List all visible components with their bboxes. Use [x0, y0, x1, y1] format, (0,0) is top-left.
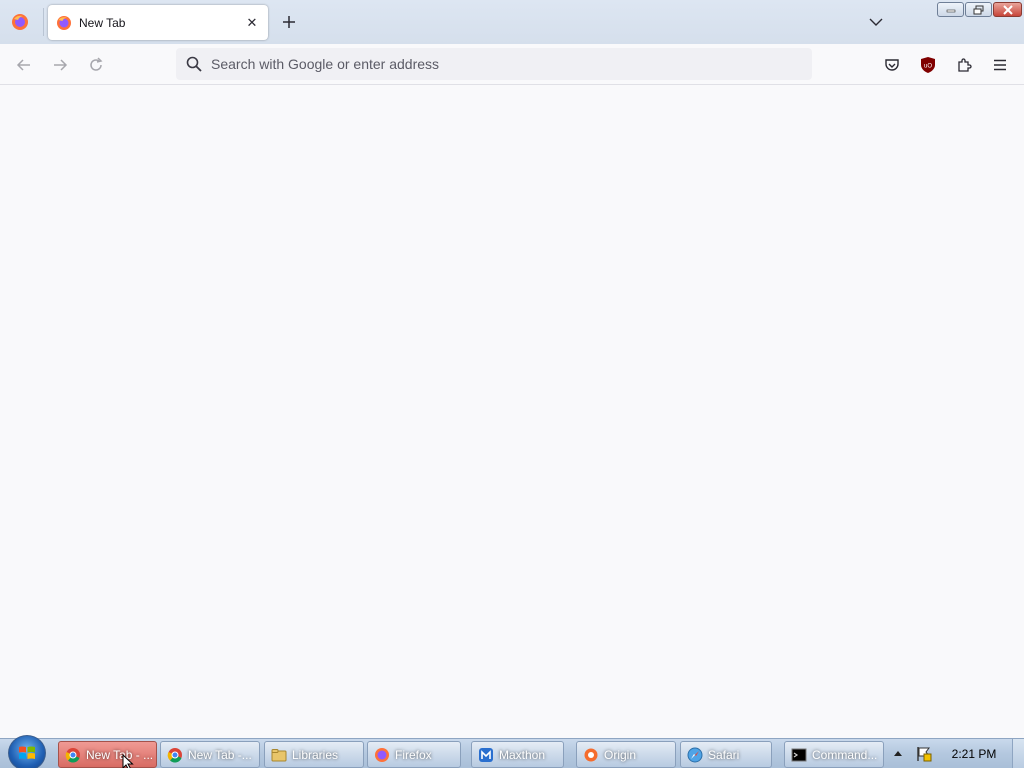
tab-title: New Tab	[79, 15, 126, 30]
url-input[interactable]	[211, 56, 771, 72]
cmd-icon	[791, 747, 807, 763]
restore-button[interactable]	[965, 2, 992, 17]
navigation-toolbar: uO	[0, 44, 1024, 85]
chevron-up-icon	[894, 751, 902, 756]
tab-strip: New Tab ✕	[0, 0, 1024, 44]
taskbar-item-command-prompt[interactable]: Command...	[784, 741, 884, 768]
svg-text:uO: uO	[924, 64, 932, 70]
back-button[interactable]	[12, 53, 36, 77]
tab-separator	[43, 8, 44, 36]
firefox-icon	[374, 747, 390, 763]
maxthon-icon	[478, 747, 494, 763]
taskbar-item-chrome-new-tab-1[interactable]: New Tab - ...	[58, 741, 157, 768]
origin-icon	[583, 747, 599, 763]
taskbar-item-maxthon[interactable]: Maxthon	[471, 741, 564, 768]
puzzle-piece-icon	[958, 58, 972, 72]
pocket-button[interactable]	[880, 53, 904, 77]
taskbar-item-label: Maxthon	[499, 747, 546, 762]
pocket-icon	[885, 59, 899, 71]
windows-taskbar: New Tab - ... New Tab -... Libraries Fir…	[0, 735, 1024, 768]
chrome-icon	[167, 747, 183, 763]
taskbar-item-safari[interactable]: Safari	[680, 741, 772, 768]
new-tab-button[interactable]	[278, 11, 300, 33]
restore-icon	[973, 5, 983, 14]
safari-icon	[687, 747, 703, 763]
action-center-flag-icon[interactable]	[915, 745, 933, 763]
taskbar-item-label: Libraries	[292, 747, 339, 762]
taskbar-item-chrome-new-tab-2[interactable]: New Tab -...	[160, 741, 260, 768]
taskbar-item-label: Firefox	[395, 747, 432, 762]
show-hidden-icons-button[interactable]	[892, 747, 904, 759]
taskbar-item-label: New Tab -...	[188, 747, 252, 762]
window-caption-buttons	[937, 2, 1022, 17]
taskbar-item-label: New Tab - ...	[86, 747, 154, 762]
taskbar-item-label: Origin	[604, 747, 637, 762]
search-icon	[185, 55, 203, 73]
mouse-cursor-icon	[122, 754, 134, 768]
firefox-view-button[interactable]	[8, 10, 32, 34]
tab-close-icon[interactable]: ✕	[242, 13, 262, 33]
forward-button[interactable]	[48, 53, 72, 77]
reload-icon	[90, 57, 103, 71]
taskbar-item-label: Command...	[812, 747, 878, 762]
address-bar[interactable]	[176, 48, 812, 80]
start-button[interactable]	[8, 735, 46, 768]
list-all-tabs-button[interactable]	[866, 12, 886, 32]
hamburger-menu-icon	[994, 59, 1006, 71]
show-desktop-button[interactable]	[1012, 739, 1024, 768]
windows-logo-icon	[19, 746, 35, 759]
extensions-button[interactable]	[952, 53, 976, 77]
chrome-icon	[65, 747, 81, 763]
taskbar-item-origin[interactable]: Origin	[576, 741, 676, 768]
back-arrow-icon	[16, 59, 30, 71]
tab-new-tab[interactable]: New Tab ✕	[48, 5, 268, 40]
ublock-origin-button[interactable]: uO	[916, 53, 940, 77]
ublock-shield-icon: uO	[921, 57, 935, 73]
reload-button[interactable]	[84, 53, 108, 77]
close-window-button[interactable]	[993, 2, 1022, 17]
chevron-down-icon	[869, 18, 883, 26]
taskbar-clock[interactable]: 2:21 PM	[944, 747, 1004, 761]
plus-icon	[283, 16, 295, 28]
firefox-icon	[12, 14, 28, 30]
app-menu-button[interactable]	[988, 53, 1012, 77]
close-icon	[1002, 4, 1013, 15]
taskbar-item-firefox[interactable]: Firefox	[367, 741, 461, 768]
forward-arrow-icon	[54, 59, 68, 71]
taskbar-item-libraries[interactable]: Libraries	[264, 741, 364, 768]
page-content-area[interactable]	[0, 86, 1024, 738]
folder-icon	[271, 747, 287, 763]
minimize-icon	[946, 9, 955, 12]
firefox-icon	[57, 15, 71, 30]
minimize-button[interactable]	[937, 2, 964, 17]
taskbar-item-label: Safari	[708, 747, 740, 762]
